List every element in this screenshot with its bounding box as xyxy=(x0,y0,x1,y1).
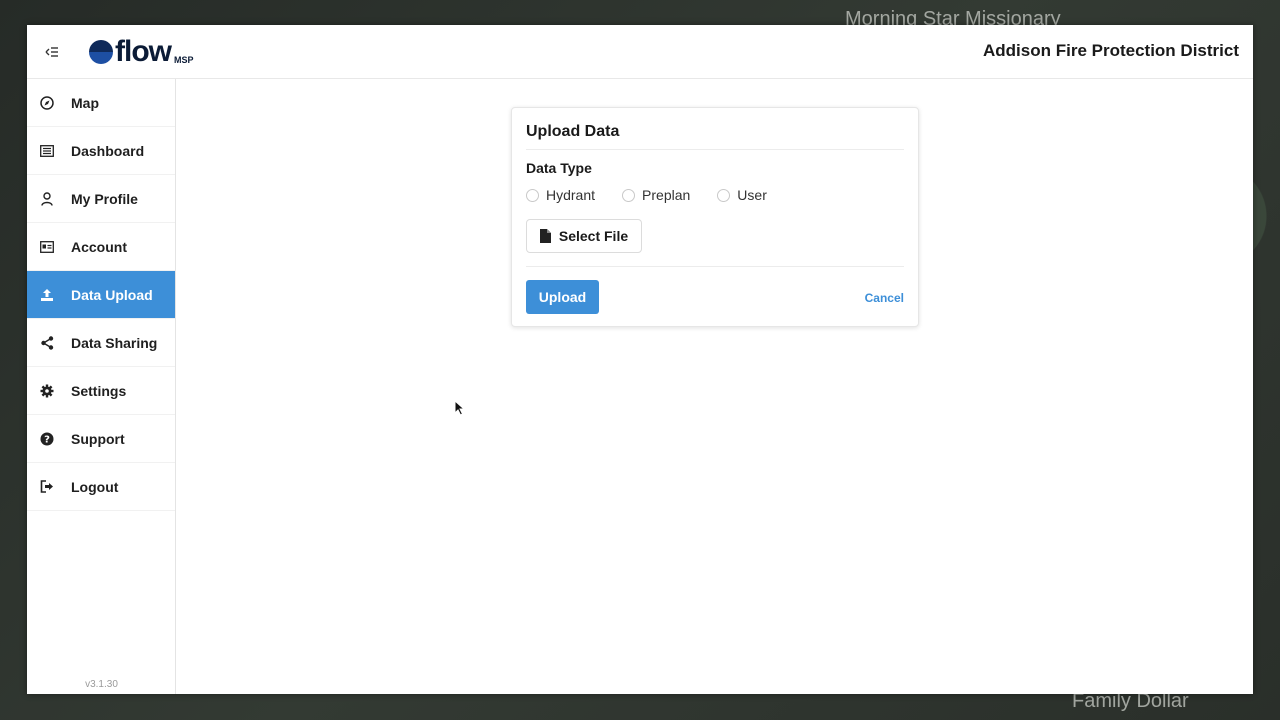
divider xyxy=(526,149,904,150)
logout-icon xyxy=(40,480,54,494)
sidebar-item-label: Data Upload xyxy=(71,286,153,303)
sidebar-item-my-profile[interactable]: My Profile xyxy=(27,175,175,223)
radio-label: Hydrant xyxy=(546,187,596,203)
logo[interactable]: flow MSP xyxy=(89,34,194,68)
sidebar-item-settings[interactable]: Settings xyxy=(27,367,175,415)
sidebar-item-dashboard[interactable]: Dashboard xyxy=(27,127,175,175)
divider xyxy=(526,266,904,267)
sidebar-item-label: Data Sharing xyxy=(71,334,158,351)
sidebar-item-label: Map xyxy=(71,94,99,111)
select-file-label: Select File xyxy=(558,228,629,244)
svg-text:?: ? xyxy=(44,434,50,445)
radio-circle[interactable] xyxy=(717,188,731,202)
data-type-radio-group: Hydrant Preplan User xyxy=(526,187,794,203)
org-name: Addison Fire Protection District xyxy=(983,41,1239,60)
upload-icon xyxy=(40,288,54,302)
logo-text: flow xyxy=(115,34,172,68)
version-label: v3.1.30 xyxy=(85,679,118,690)
question-icon: ? xyxy=(40,432,54,446)
sidebar: Map Dashboard My Profile Account Data Up… xyxy=(27,79,176,694)
radio-circle[interactable] xyxy=(526,188,539,202)
upload-button[interactable]: Upload xyxy=(526,280,599,314)
sidebar-item-account[interactable]: Account xyxy=(27,223,175,271)
radio-hydrant[interactable]: Hydrant xyxy=(526,187,595,203)
app-window: flow MSP Addison Fire Protection Distric… xyxy=(27,25,1253,694)
user-icon xyxy=(40,191,54,206)
id-card-icon xyxy=(40,240,54,254)
sidebar-item-support[interactable]: ? Support xyxy=(27,415,175,463)
sidebar-item-map[interactable]: Map xyxy=(27,79,175,127)
upload-data-card: Upload Data Data Type Hydrant Preplan Us… xyxy=(511,107,919,327)
collapse-icon xyxy=(45,46,58,57)
file-icon xyxy=(539,229,551,243)
cancel-link[interactable]: Cancel xyxy=(865,291,904,305)
radio-label: Preplan xyxy=(642,187,691,203)
main-content: Upload Data Data Type Hydrant Preplan Us… xyxy=(177,79,1253,694)
share-icon xyxy=(40,335,54,350)
radio-label: User xyxy=(737,187,767,203)
sidebar-item-data-sharing[interactable]: Data Sharing xyxy=(27,319,175,367)
sidebar-item-label: Account xyxy=(71,238,127,255)
sidebar-item-label: Support xyxy=(71,430,125,447)
gear-icon xyxy=(40,384,54,398)
select-file-button[interactable]: Select File xyxy=(526,219,642,253)
collapse-sidebar-button[interactable] xyxy=(32,32,72,72)
sidebar-item-label: Logout xyxy=(71,478,119,495)
radio-preplan[interactable]: Preplan xyxy=(622,187,690,203)
data-type-label: Data Type xyxy=(526,160,592,176)
mouse-cursor-icon xyxy=(454,400,465,416)
radio-user[interactable]: User xyxy=(717,187,767,203)
logo-mark xyxy=(89,39,113,64)
sidebar-item-label: Dashboard xyxy=(71,142,145,159)
sidebar-item-logout[interactable]: Logout xyxy=(27,463,175,511)
header: flow MSP Addison Fire Protection Distric… xyxy=(27,25,1253,79)
compass-icon xyxy=(40,95,54,110)
logo-sub: MSP xyxy=(174,54,194,65)
sidebar-item-label: Settings xyxy=(71,382,127,399)
radio-circle[interactable] xyxy=(622,188,636,202)
list-icon xyxy=(40,144,54,158)
sidebar-item-data-upload[interactable]: Data Upload xyxy=(27,271,175,319)
card-title: Upload Data xyxy=(526,123,620,140)
sidebar-item-label: My Profile xyxy=(71,190,138,207)
